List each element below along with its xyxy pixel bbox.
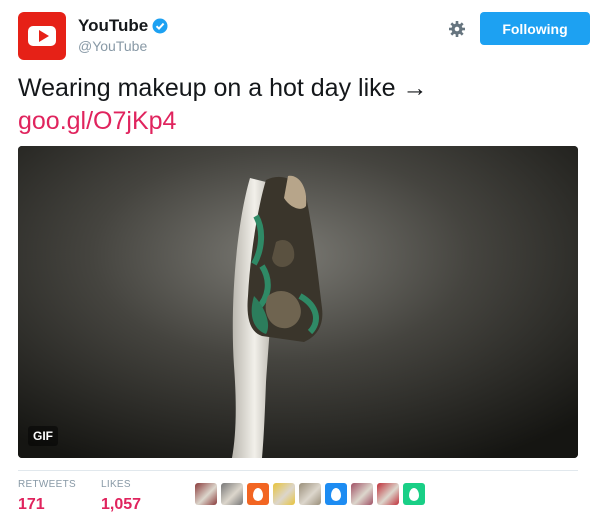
youtube-logo-icon	[28, 26, 56, 46]
egg-icon	[253, 487, 263, 501]
gif-media[interactable]: GIF	[18, 146, 578, 458]
retweets-stat[interactable]: RETWEETS 171	[18, 479, 76, 514]
likes-count[interactable]: 1,057	[101, 496, 141, 514]
liker-egg-avatar[interactable]	[403, 483, 425, 505]
liker-avatar[interactable]	[273, 483, 295, 505]
liker-avatar[interactable]	[351, 483, 373, 505]
liker-egg-avatar[interactable]	[247, 483, 269, 505]
egg-icon	[409, 487, 419, 501]
author-name-row[interactable]: YouTube	[78, 16, 168, 36]
divider	[18, 470, 578, 471]
likes-stat[interactable]: LIKES 1,057	[101, 479, 141, 514]
tweet-header: YouTube @YouTube Following	[18, 12, 590, 60]
liker-avatars	[195, 483, 429, 505]
liker-avatar[interactable]	[299, 483, 321, 505]
gif-badge: GIF	[28, 426, 58, 446]
liker-avatar[interactable]	[377, 483, 399, 505]
likes-label: LIKES	[101, 479, 131, 490]
retweets-count[interactable]: 171	[18, 496, 76, 514]
youtube-avatar[interactable]	[18, 12, 66, 60]
display-name[interactable]: YouTube	[78, 16, 148, 36]
gear-icon[interactable]	[448, 20, 466, 43]
author-names: YouTube @YouTube	[78, 16, 168, 54]
tweet-text: Wearing makeup on a hot day like →	[18, 74, 428, 102]
egg-icon	[331, 487, 341, 501]
tweet-link[interactable]: goo.gl/O7jKp4	[18, 106, 176, 136]
liker-egg-avatar[interactable]	[325, 483, 347, 505]
user-handle[interactable]: @YouTube	[78, 38, 168, 54]
gif-frame-image	[18, 146, 578, 458]
following-button[interactable]: Following	[480, 12, 590, 45]
verified-badge-icon	[152, 18, 168, 34]
liker-avatar[interactable]	[195, 483, 217, 505]
liker-avatar[interactable]	[221, 483, 243, 505]
retweets-label: RETWEETS	[18, 479, 76, 490]
